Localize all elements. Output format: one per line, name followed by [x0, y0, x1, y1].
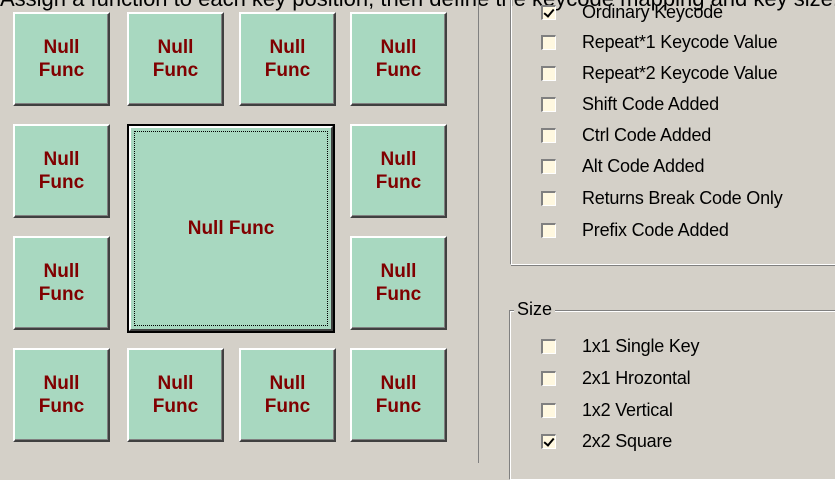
key-button-r4c4[interactable]: Null Func	[350, 348, 447, 442]
key-button-2x2-selected[interactable]: Null Func	[127, 124, 335, 333]
key-button-r4c2[interactable]: Null Func	[127, 348, 224, 442]
option-checkbox-6[interactable]: Returns Break Code Only	[541, 186, 783, 210]
checkbox-label: 1x1 Single Key	[582, 335, 700, 356]
option-checkbox-7[interactable]: Prefix Code Added	[541, 218, 729, 242]
size-checkbox-1[interactable]: 2x1 Hrozontal	[541, 366, 691, 390]
checkbox-box[interactable]	[541, 402, 556, 418]
option-checkbox-1[interactable]: Repeat*1 Keycode Value	[541, 30, 778, 54]
key-button-r1c1[interactable]: Null Func	[13, 12, 110, 106]
option-checkbox-2[interactable]: Repeat*2 Keycode Value	[541, 61, 778, 85]
checkbox-label: Returns Break Code Only	[582, 187, 783, 208]
option-checkbox-5[interactable]: Alt Code Added	[541, 154, 704, 178]
size-checkbox-3[interactable]: 2x2 Square	[541, 429, 672, 453]
checkbox-box[interactable]	[541, 4, 556, 20]
checkbox-label: Alt Code Added	[582, 155, 705, 176]
checkbox-label: 1x2 Vertical	[582, 399, 673, 420]
checkbox-box[interactable]	[541, 190, 556, 206]
checkbox-label: Ctrl Code Added	[582, 124, 712, 145]
option-checkbox-4[interactable]: Ctrl Code Added	[541, 123, 711, 147]
checkbox-label: 2x2 Square	[582, 430, 673, 451]
checkbox-box[interactable]	[541, 433, 556, 449]
checkbox-box[interactable]	[541, 338, 556, 354]
checkbox-box[interactable]	[541, 65, 556, 81]
key-button-r4c3[interactable]: Null Func	[239, 348, 336, 442]
checkbox-label: 2x1 Hrozontal	[582, 367, 691, 388]
checkbox-box[interactable]	[541, 370, 556, 386]
key-button-r2c1[interactable]: Null Func	[13, 124, 110, 218]
key-button-r3c4[interactable]: Null Func	[350, 236, 447, 330]
size-checkbox-2[interactable]: 1x2 Vertical	[541, 398, 673, 422]
key-button-r2c4[interactable]: Null Func	[350, 124, 447, 218]
size-group-legend: Size	[514, 299, 556, 320]
size-checkbox-0[interactable]: 1x1 Single Key	[541, 334, 699, 358]
checkbox-box[interactable]	[541, 222, 556, 238]
key-button-2x2-face: Null Func	[129, 126, 333, 331]
option-checkbox-0[interactable]: Ordinary Keycode	[541, 0, 723, 24]
key-button-r1c4[interactable]: Null Func	[350, 12, 447, 106]
checkbox-label: Prefix Code Added	[582, 219, 729, 240]
key-button-r1c2[interactable]: Null Func	[127, 12, 224, 106]
checkbox-box[interactable]	[541, 96, 556, 112]
checkbox-label: Shift Code Added	[582, 93, 719, 114]
checkbox-box[interactable]	[541, 158, 556, 174]
checkbox-label: Repeat*1 Keycode Value	[582, 31, 778, 52]
checkbox-label: Repeat*2 Keycode Value	[582, 62, 778, 83]
checkbox-box[interactable]	[541, 34, 556, 50]
option-checkbox-3[interactable]: Shift Code Added	[541, 92, 719, 116]
key-button-r3c1[interactable]: Null Func	[13, 236, 110, 330]
checkbox-label: Ordinary Keycode	[582, 1, 723, 22]
key-button-r1c3[interactable]: Null Func	[239, 12, 336, 106]
key-button-r4c1[interactable]: Null Func	[13, 348, 110, 442]
key-layout-panel: Null Func Null Func Null Func Null Func …	[0, 0, 479, 463]
checkbox-box[interactable]	[541, 127, 556, 143]
